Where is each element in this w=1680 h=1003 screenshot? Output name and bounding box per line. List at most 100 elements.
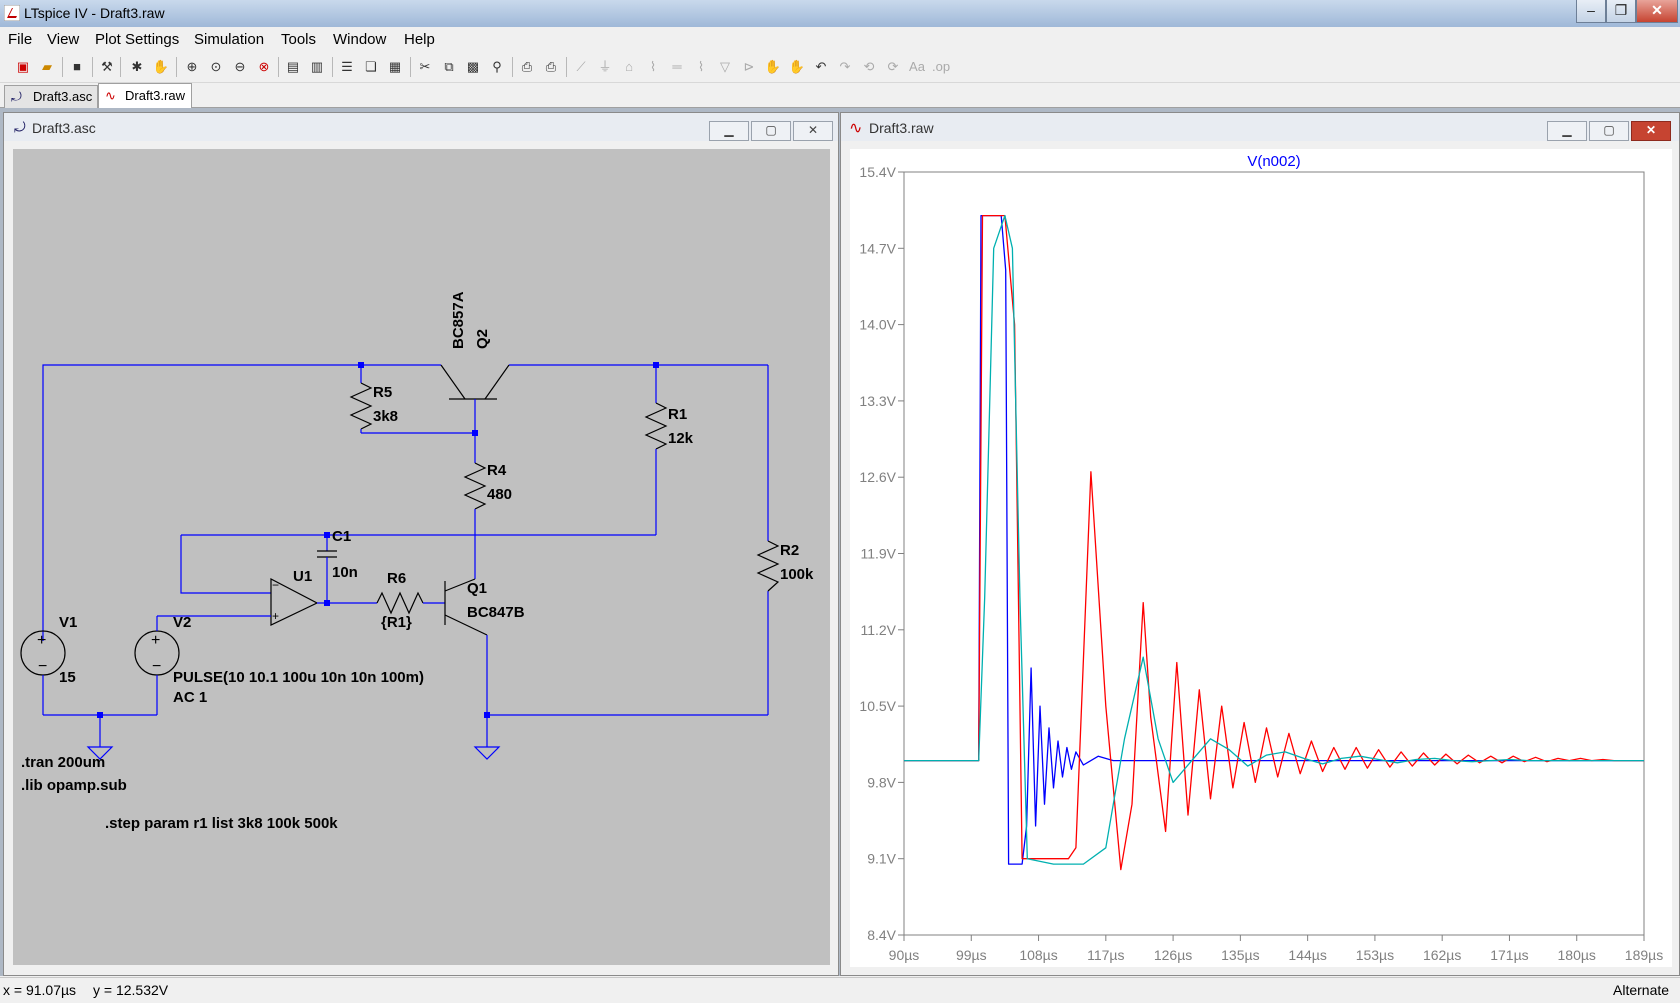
y-tick-label: 8.4V <box>867 927 896 943</box>
open-icon[interactable]: ▰ <box>38 58 56 76</box>
waveform-window: ∿ Draft3.raw ▁ ▢ ✕ V(n002) 15.4V 14.7V 14.… <box>840 112 1680 976</box>
x-tick-label: 180µs <box>1558 947 1596 963</box>
cascade-icon[interactable]: ❏ <box>362 58 380 76</box>
cursor-y-readout: y = 12.532V <box>93 982 169 998</box>
trace-label-v-n002[interactable]: V(n002) <box>1247 153 1300 170</box>
r1-value: 12k <box>668 430 694 447</box>
tab-draft3-raw[interactable]: ∿ Draft3.raw <box>98 83 192 108</box>
y-tick-label: 13.3V <box>859 393 896 409</box>
schematic-close-button[interactable]: ✕ <box>793 121 833 141</box>
menu-file[interactable]: File <box>8 31 32 48</box>
schematic-maximize-button[interactable]: ▢ <box>751 121 791 141</box>
y-tick-label: 10.5V <box>859 698 896 714</box>
tab-draft3-asc[interactable]: ⤾ Draft3.asc <box>4 85 98 108</box>
waveform-maximize-button[interactable]: ▢ <box>1589 121 1629 141</box>
x-tick-label: 189µs <box>1625 947 1663 963</box>
run-icon[interactable]: ✱ <box>128 58 146 76</box>
control-panel-icon[interactable]: ⚒ <box>98 58 116 76</box>
maximize-button[interactable]: ❐ <box>1606 0 1636 23</box>
svg-text:+: + <box>272 609 279 623</box>
x-tick-label: 135µs <box>1221 947 1259 963</box>
tile-horizontal-icon[interactable]: ☰ <box>338 58 356 76</box>
ground-icon[interactable]: ⏚ <box>596 58 614 76</box>
spice-directive-icon[interactable]: .op <box>932 58 950 76</box>
close-button[interactable]: ✕ <box>1636 0 1678 23</box>
paste-icon[interactable]: ▩ <box>464 58 482 76</box>
schematic-canvas[interactable]: + − + − − + R5 3k8 R4 480 R1 12k R2 100k R6 <box>13 149 830 965</box>
zoom-in-icon[interactable]: ⊕ <box>183 58 201 76</box>
waveform-minimize-button[interactable]: ▁ <box>1547 121 1587 141</box>
waveform-plot[interactable]: V(n002) 15.4V 14.7V 14.0V 13.3V 12.6V 11.9V 11… <box>850 149 1672 967</box>
undo-icon[interactable]: ↶ <box>812 58 830 76</box>
wire-icon[interactable]: ⟋ <box>572 58 590 76</box>
status-bar: x = 91.07µs y = 12.532V Alternate <box>0 977 1680 1003</box>
y-tick-label: 11.2V <box>860 622 896 638</box>
directive-lib[interactable]: .lib opamp.sub <box>21 777 127 794</box>
y-tick-label: 14.7V <box>859 240 896 256</box>
save-icon[interactable]: ■ <box>68 58 86 76</box>
menu-tools[interactable]: Tools <box>281 31 316 48</box>
q1-model: BC847B <box>467 604 525 621</box>
minimize-button[interactable]: – <box>1576 0 1606 23</box>
y-tick-label: 14.0V <box>859 317 896 333</box>
x-tick-label: 117µs <box>1087 947 1124 963</box>
y-tick-label: 9.8V <box>867 774 896 790</box>
menu-simulation[interactable]: Simulation <box>194 31 264 48</box>
x-tick-label: 108µs <box>1019 947 1057 963</box>
tile-vertical-icon[interactable]: ▦ <box>386 58 404 76</box>
menu-help[interactable]: Help <box>404 31 435 48</box>
print-preview-icon[interactable]: ⎙ <box>518 58 536 76</box>
drag-icon[interactable]: ✋ <box>788 58 806 76</box>
v2-ac: AC 1 <box>173 689 207 706</box>
inductor-icon[interactable]: ⌇ <box>692 58 710 76</box>
component-icon[interactable]: ⊳ <box>740 58 758 76</box>
directive-step[interactable]: .step param r1 list 3k8 100k 500k <box>105 815 338 832</box>
zoom-out-icon[interactable]: ⊖ <box>231 58 249 76</box>
schematic-window: ⤾ Draft3.asc ▁ ▢ ✕ + − + − − + R5 3k8 R4… <box>3 112 839 976</box>
print-icon[interactable]: ⎙ <box>542 58 560 76</box>
menu-window[interactable]: Window <box>333 31 386 48</box>
toolbar: ▣ ▰ ■ ⚒ ✱ ✋ ⊕ ⊙ ⊖ ⊗ ▤ ▥ ☰ ❏ ▦ ✂ ⧉ ▩ ⚲ ⎙ … <box>0 52 1680 83</box>
svg-text:−: − <box>152 658 161 675</box>
svg-text:−: − <box>272 578 279 592</box>
mirror-icon[interactable]: ⟳ <box>884 58 902 76</box>
resistor-icon[interactable]: ⌇ <box>644 58 662 76</box>
pan-icon[interactable]: ⊙ <box>207 58 225 76</box>
r6-value: {R1} <box>381 614 412 631</box>
rotate-icon[interactable]: ⟲ <box>860 58 878 76</box>
x-tick-label: 126µs <box>1154 947 1192 963</box>
autorange-icon[interactable]: ▤ <box>284 58 302 76</box>
diode-icon[interactable]: ▽ <box>716 58 734 76</box>
ltspice-logo-icon <box>4 5 20 21</box>
pick-traces-icon[interactable]: ▥ <box>308 58 326 76</box>
schematic-minimize-button[interactable]: ▁ <box>709 121 749 141</box>
svg-text:+: + <box>37 632 46 649</box>
directive-tran[interactable]: .tran 200um <box>21 754 105 771</box>
waveform-close-button[interactable]: ✕ <box>1631 121 1671 141</box>
y-tick-label: 11.9V <box>860 546 896 562</box>
menu-view[interactable]: View <box>47 31 79 48</box>
waveform-icon: ∿ <box>105 88 116 103</box>
u1-label: U1 <box>293 568 312 585</box>
menu-bar: File View Plot Settings Simulation Tools… <box>0 27 1680 52</box>
r2-value: 100k <box>780 566 814 583</box>
y-tick-label: 12.6V <box>859 469 896 485</box>
find-icon[interactable]: ⚲ <box>488 58 506 76</box>
move-icon[interactable]: ✋ <box>764 58 782 76</box>
zoom-cancel-icon[interactable]: ⊗ <box>255 58 273 76</box>
y-tick-label: 9.1V <box>867 851 896 867</box>
cursor-x-readout: x = 91.07µs <box>3 982 77 998</box>
label-net-icon[interactable]: ⌂ <box>620 58 638 76</box>
menu-plot-settings[interactable]: Plot Settings <box>95 31 179 48</box>
title-bar: LTspice IV - Draft3.raw – ❐ ✕ <box>0 0 1680 27</box>
redo-icon[interactable]: ↷ <box>836 58 854 76</box>
cut-icon[interactable]: ✂ <box>416 58 434 76</box>
capacitor-icon[interactable]: ═ <box>668 58 686 76</box>
c1-label: C1 <box>332 528 351 545</box>
text-icon[interactable]: Aa <box>908 58 926 76</box>
halt-icon[interactable]: ✋ <box>152 58 170 76</box>
copy-icon[interactable]: ⧉ <box>440 58 458 76</box>
r6-label: R6 <box>387 570 406 587</box>
new-schematic-icon[interactable]: ▣ <box>14 58 32 76</box>
schematic-icon: ⤾ <box>14 119 26 135</box>
